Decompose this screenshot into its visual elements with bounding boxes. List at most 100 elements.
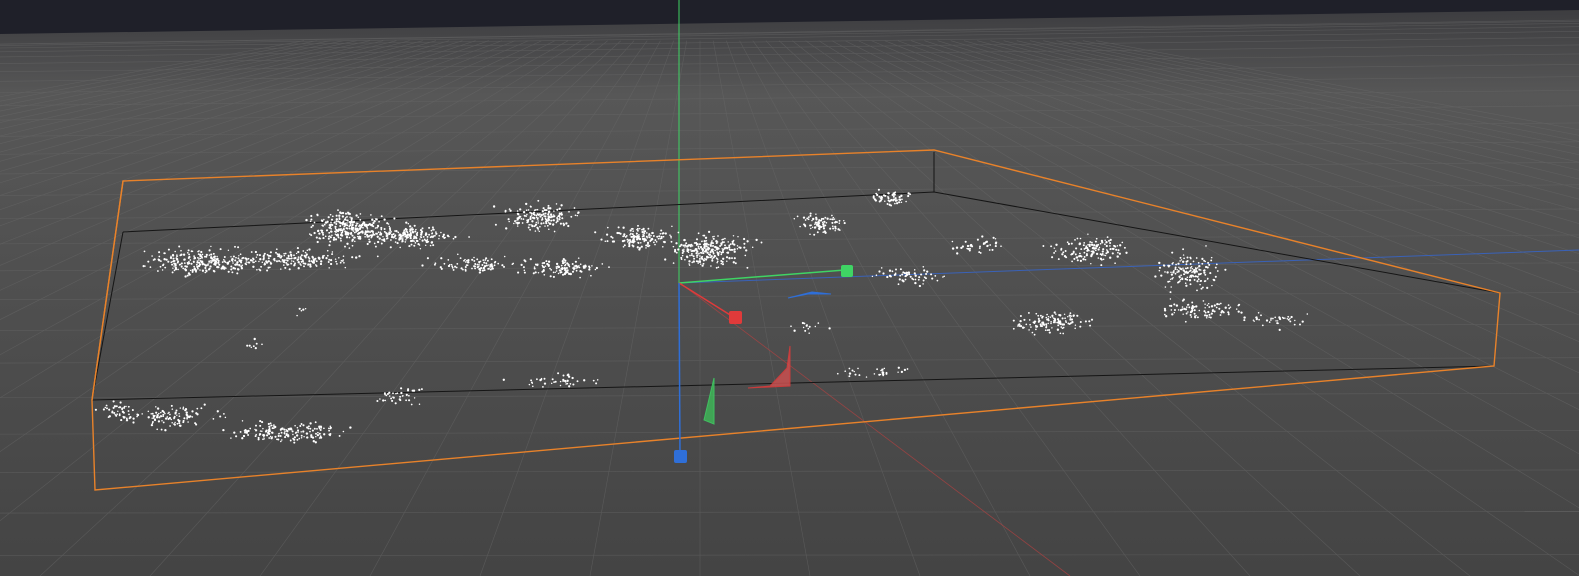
point-cloud-point: [1075, 256, 1079, 259]
point-cloud-point: [178, 412, 180, 415]
point-cloud-point: [302, 250, 305, 252]
point-cloud-point: [1173, 303, 1176, 306]
point-cloud-point: [658, 235, 661, 238]
point-cloud-point: [717, 246, 719, 249]
point-cloud-point: [149, 266, 152, 268]
point-cloud-point: [151, 421, 154, 423]
point-cloud-point: [462, 268, 464, 271]
point-cloud-point: [409, 235, 412, 238]
point-cloud-point: [337, 209, 339, 212]
point-cloud-point: [558, 269, 561, 272]
point-cloud-point: [1062, 326, 1065, 329]
point-cloud-point: [1205, 314, 1209, 317]
point-cloud-point: [159, 265, 162, 268]
point-cloud-point: [379, 231, 382, 234]
point-cloud-point: [358, 224, 361, 227]
point-cloud-point: [556, 265, 559, 268]
point-cloud-point: [493, 261, 496, 264]
point-cloud-point: [153, 258, 156, 261]
point-cloud-point: [807, 216, 810, 219]
point-cloud-point: [631, 233, 634, 236]
point-cloud-point: [548, 222, 551, 225]
point-cloud-point: [1290, 315, 1293, 319]
point-cloud-point: [991, 248, 994, 251]
point-cloud-point: [814, 325, 816, 328]
point-cloud-point: [468, 236, 470, 238]
point-cloud-point: [726, 260, 728, 263]
point-cloud-point: [698, 252, 700, 255]
3d-viewport[interactable]: [0, 0, 1579, 576]
point-cloud-point: [279, 440, 282, 443]
point-cloud-point: [334, 238, 338, 241]
point-cloud-point: [544, 265, 547, 267]
point-cloud-point: [1076, 237, 1079, 240]
point-cloud-point: [485, 257, 488, 260]
point-cloud-point: [821, 221, 824, 224]
point-cloud-point: [162, 413, 165, 416]
point-cloud-point: [1176, 269, 1179, 271]
point-cloud-point: [213, 270, 216, 273]
point-cloud-point: [904, 278, 907, 281]
point-cloud-point: [200, 250, 203, 254]
point-cloud-point: [420, 388, 423, 391]
point-cloud-point: [550, 382, 553, 385]
point-cloud-point: [1274, 316, 1277, 319]
point-cloud-point: [386, 222, 389, 225]
point-cloud-point: [542, 222, 545, 224]
point-cloud-point: [394, 234, 397, 237]
point-cloud-point: [681, 254, 684, 257]
point-cloud-point: [878, 270, 881, 273]
point-cloud-point: [543, 273, 546, 276]
point-cloud-point: [703, 240, 706, 243]
point-cloud-point: [409, 230, 411, 232]
point-cloud-point: [558, 207, 561, 210]
point-cloud-point: [724, 237, 726, 240]
point-cloud-point: [1076, 259, 1079, 262]
point-cloud-point: [567, 375, 571, 378]
point-cloud-point: [1087, 233, 1089, 235]
point-cloud-point: [1084, 258, 1087, 261]
point-cloud-point: [1063, 313, 1066, 316]
y-axis-handle-icon[interactable]: [841, 265, 853, 277]
point-cloud-point: [339, 229, 342, 232]
point-cloud-point: [407, 388, 410, 391]
point-cloud-point: [566, 271, 569, 274]
point-cloud-point: [204, 271, 207, 274]
point-cloud-point: [1062, 323, 1066, 326]
point-cloud-point: [1012, 327, 1015, 330]
point-cloud-point: [526, 213, 528, 216]
point-cloud-point: [714, 245, 717, 248]
point-cloud-point: [664, 232, 667, 235]
point-cloud-point: [1174, 272, 1177, 275]
point-cloud-point: [577, 211, 580, 214]
point-cloud-point: [806, 324, 808, 326]
point-cloud-point: [733, 257, 736, 260]
point-cloud-point: [193, 258, 195, 260]
point-cloud-point: [348, 225, 351, 228]
point-cloud-point: [684, 239, 686, 241]
point-cloud-point: [1199, 279, 1203, 282]
point-cloud-point: [1061, 253, 1064, 256]
point-cloud-point: [1062, 251, 1065, 254]
x-axis-handle-icon[interactable]: [729, 311, 742, 324]
point-cloud-point: [619, 232, 622, 235]
point-cloud-point: [1169, 291, 1172, 294]
point-cloud-point: [976, 238, 979, 241]
point-cloud-point: [1182, 254, 1185, 256]
point-cloud-point: [210, 253, 213, 256]
point-cloud-point: [307, 427, 310, 430]
point-cloud-point: [1060, 326, 1063, 328]
point-cloud-point: [492, 205, 496, 208]
point-cloud-point: [1227, 304, 1230, 306]
point-cloud-point: [311, 436, 315, 439]
point-cloud-point: [631, 235, 634, 238]
point-cloud-point: [102, 408, 105, 411]
point-cloud-point: [382, 235, 384, 238]
z-axis-handle-icon[interactable]: [674, 450, 687, 463]
point-cloud-point: [319, 238, 322, 240]
point-cloud-point: [712, 237, 715, 240]
point-cloud-point: [901, 273, 904, 276]
point-cloud-point: [328, 427, 330, 430]
viewport-canvas[interactable]: [0, 0, 1579, 576]
point-cloud-point: [389, 246, 392, 249]
